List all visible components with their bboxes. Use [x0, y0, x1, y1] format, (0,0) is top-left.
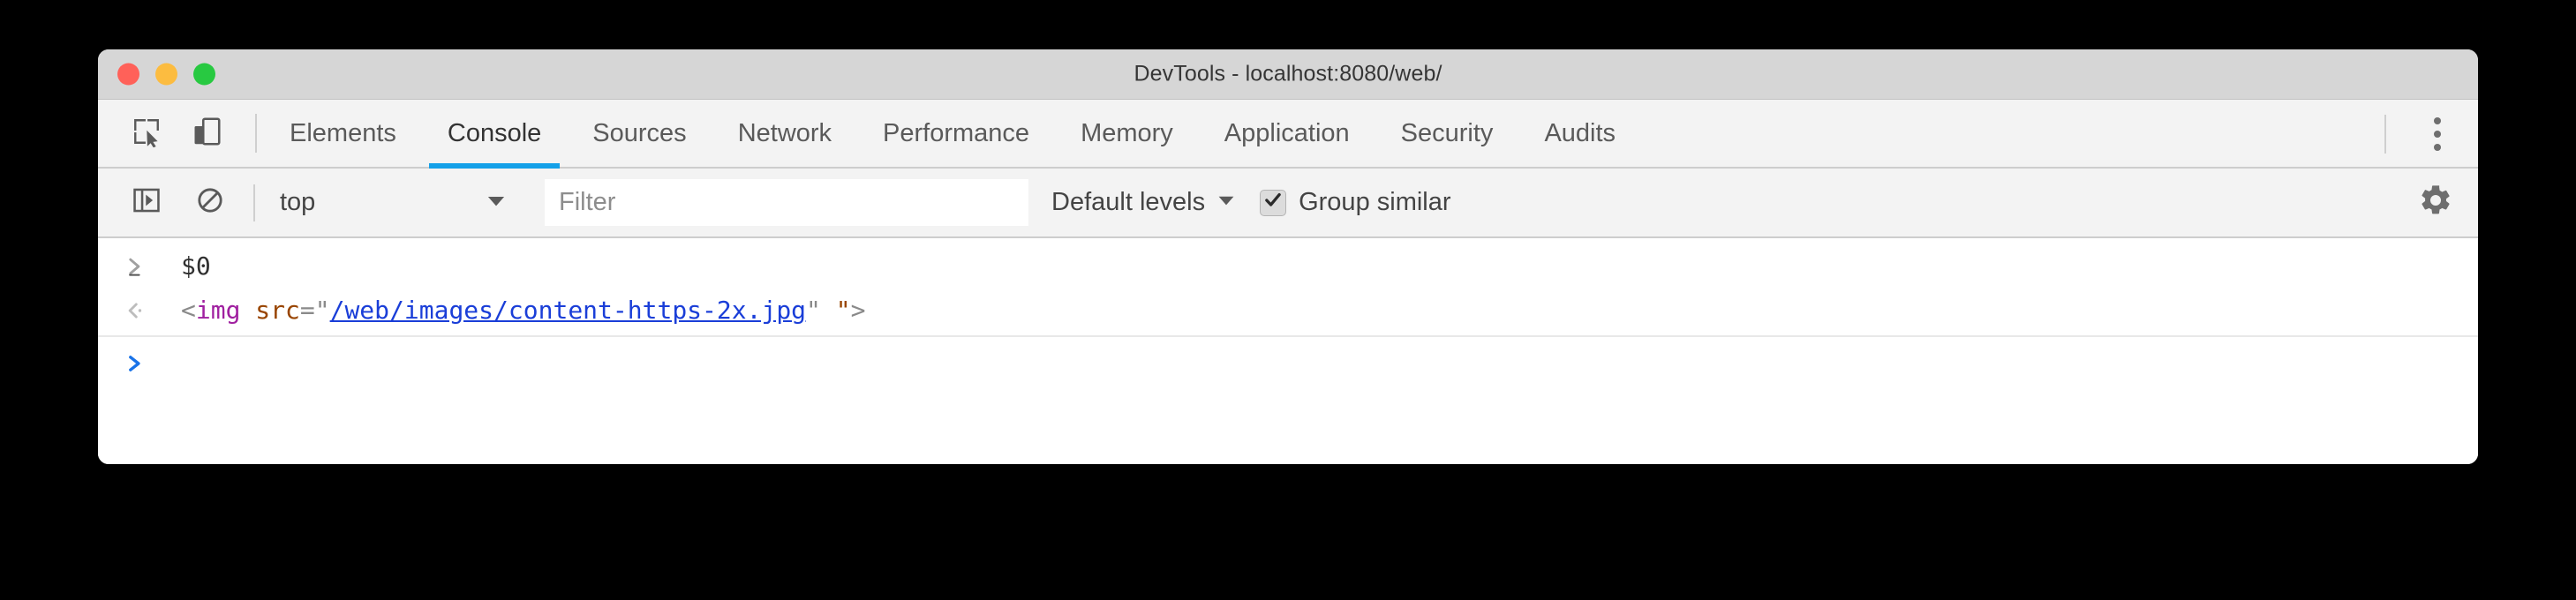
tab-list: Elements Console Sources Network Perform…	[264, 99, 1641, 169]
inspect-element-icon	[131, 116, 162, 152]
checkmark-icon	[1263, 191, 1283, 214]
tabbar-divider-right	[2384, 115, 2386, 154]
output-token	[240, 296, 255, 325]
devtools-tabbar: Elements Console Sources Network Perform…	[98, 100, 2478, 169]
group-similar-control[interactable]: Group similar	[1260, 188, 1451, 217]
prompt-chevron-right-blue-icon	[124, 352, 147, 379]
inspect-element-button[interactable]	[119, 99, 174, 168]
console-toolbar: top Default levels Group similar	[98, 169, 2478, 238]
output-token: <	[181, 296, 196, 325]
tabbar-divider	[255, 114, 257, 153]
group-similar-checkbox[interactable]	[1260, 189, 1287, 216]
tab-label: Performance	[883, 118, 1030, 147]
chevron-down-icon	[485, 189, 508, 216]
group-similar-label: Group similar	[1299, 188, 1451, 216]
tab-elements[interactable]: Elements	[264, 99, 422, 168]
tab-label: Elements	[290, 118, 396, 147]
tab-memory[interactable]: Memory	[1055, 99, 1199, 168]
output-token: src	[255, 296, 300, 325]
tab-label: Security	[1400, 118, 1494, 147]
window-title: DevTools - localhost:8080/web/	[1134, 61, 1442, 86]
console-sidebar-toggle-button[interactable]	[119, 169, 174, 237]
devtools-window: DevTools - localhost:8080/web/ Elements	[98, 49, 2478, 464]
result-chevron-left-gray-icon	[124, 299, 147, 326]
tab-audits[interactable]: Audits	[1518, 99, 1641, 168]
output-token	[821, 296, 836, 325]
resource-link[interactable]: /web/images/content-https-2x.jpg	[330, 296, 806, 325]
tab-performance[interactable]: Performance	[857, 99, 1055, 168]
window-titlebar: DevTools - localhost:8080/web/	[98, 49, 2478, 100]
tab-label: Network	[737, 118, 832, 147]
row-gutter	[98, 291, 172, 326]
tab-application[interactable]: Application	[1199, 99, 1375, 168]
console-message-list[interactable]: $0 <img src="/web/images/content-https-2…	[98, 238, 2478, 464]
console-output-row[interactable]: <img src="/web/images/content-https-2x.j…	[98, 289, 2478, 335]
chevron-down-icon	[1216, 190, 1237, 215]
gear-icon	[2418, 183, 2453, 222]
console-input-row[interactable]: $0	[98, 238, 2478, 289]
tab-security[interactable]: Security	[1375, 99, 1519, 168]
more-vertical-icon	[2434, 117, 2441, 151]
tabbar-right-controls	[2384, 100, 2478, 169]
output-token: >	[850, 296, 866, 325]
row-gutter	[98, 344, 172, 379]
output-token: ="	[299, 296, 330, 325]
tab-label: Audits	[1544, 118, 1616, 147]
console-output-html[interactable]: <img src="/web/images/content-https-2x.j…	[172, 291, 2478, 330]
clear-console-button[interactable]	[183, 169, 237, 237]
device-toolbar-icon	[191, 116, 222, 152]
console-prompt-row[interactable]	[98, 335, 2478, 390]
clear-console-icon	[195, 185, 225, 220]
log-levels-value: Default levels	[1051, 188, 1206, 216]
tab-label: Sources	[592, 118, 687, 147]
prompt-chevron-right-gray-icon	[124, 255, 147, 282]
execution-context-selector[interactable]: top	[259, 168, 523, 237]
tab-sources[interactable]: Sources	[567, 99, 712, 168]
console-filter-input[interactable]	[545, 179, 1028, 226]
output-token: img	[195, 296, 241, 325]
console-sidebar-toggle-icon	[132, 185, 162, 220]
output-token: "	[806, 296, 821, 325]
tab-label: Application	[1224, 118, 1350, 147]
log-levels-selector[interactable]: Default levels	[1051, 188, 1237, 217]
tab-label: Console	[447, 118, 542, 147]
toggle-device-toolbar-button[interactable]	[179, 99, 234, 168]
console-input-text: $0	[181, 251, 211, 281]
execution-context-value: top	[280, 188, 316, 216]
row-gutter	[98, 247, 172, 282]
more-vertical-button[interactable]	[2409, 100, 2466, 169]
output-token: "	[835, 296, 851, 325]
tab-console[interactable]: Console	[422, 99, 567, 169]
console-toolbar-divider	[253, 184, 255, 221]
tab-label: Memory	[1081, 118, 1173, 147]
tab-network[interactable]: Network	[712, 99, 857, 168]
devtools-settings-button[interactable]	[2409, 176, 2462, 229]
